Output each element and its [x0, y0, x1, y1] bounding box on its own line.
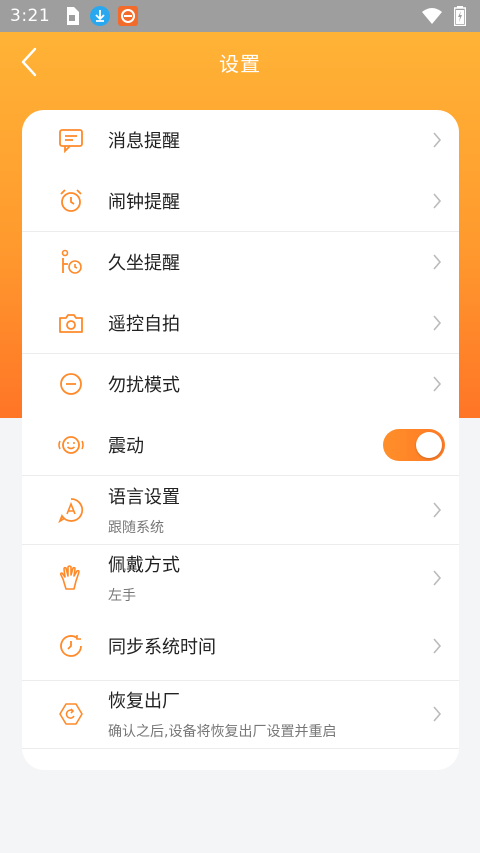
sedentary-icon	[56, 247, 86, 277]
setting-vibration: 震动	[22, 415, 459, 476]
setting-label: 佩戴方式	[108, 555, 180, 577]
sync-time-icon	[56, 631, 86, 661]
setting-label: 遥控自拍	[108, 313, 180, 335]
chevron-right-icon	[429, 251, 445, 273]
chevron-right-icon	[429, 703, 445, 725]
vibration-toggle[interactable]	[383, 428, 445, 461]
wifi-icon	[422, 6, 442, 26]
status-right-icons	[422, 6, 470, 26]
setting-label: 震动	[108, 435, 144, 457]
sim-card-icon	[62, 6, 82, 26]
back-button[interactable]	[14, 44, 44, 80]
hand-icon	[56, 563, 86, 593]
status-left-icons	[62, 6, 139, 26]
do-not-disturb-icon	[56, 369, 86, 399]
battery-icon	[450, 6, 470, 26]
setting-sedentary-reminder[interactable]: 久坐提醒	[22, 232, 459, 293]
language-icon	[56, 495, 86, 525]
app-notification-icon	[118, 6, 139, 26]
alarm-clock-icon	[56, 186, 86, 216]
setting-label: 消息提醒	[108, 131, 180, 153]
setting-label: 久坐提醒	[108, 253, 180, 275]
setting-do-not-disturb[interactable]: 勿扰模式	[22, 354, 459, 415]
chevron-right-icon	[429, 373, 445, 395]
chevron-right-icon	[429, 499, 445, 521]
setting-factory-reset[interactable]: 恢复出厂 确认之后,设备将恢复出厂设置并重启	[22, 681, 459, 749]
setting-description: 确认之后,设备将恢复出厂设置并重启	[108, 724, 337, 741]
toggle-knob	[416, 431, 442, 458]
message-icon	[56, 125, 86, 155]
setting-value: 左手	[108, 588, 136, 605]
camera-icon	[56, 308, 86, 338]
download-icon	[90, 6, 111, 26]
setting-remote-selfie[interactable]: 遥控自拍	[22, 293, 459, 354]
status-time: 3:21	[10, 6, 51, 26]
setting-value: 跟随系统	[108, 519, 164, 536]
chevron-left-icon	[21, 47, 37, 77]
header: 设置	[0, 32, 480, 92]
chevron-right-icon	[429, 312, 445, 334]
chevron-right-icon	[429, 129, 445, 151]
setting-message-reminder[interactable]: 消息提醒	[22, 110, 459, 171]
setting-label: 恢复出厂	[108, 691, 180, 713]
factory-reset-icon	[56, 699, 86, 729]
setting-sync-time[interactable]: 同步系统时间	[22, 612, 459, 680]
divider	[22, 748, 459, 749]
vibration-icon	[56, 430, 86, 460]
setting-alarm-reminder[interactable]: 闹钟提醒	[22, 171, 459, 232]
chevron-right-icon	[429, 635, 445, 657]
chevron-right-icon	[429, 190, 445, 212]
page-title: 设置	[219, 51, 261, 76]
setting-wearing-hand[interactable]: 佩戴方式 左手	[22, 545, 459, 613]
chevron-right-icon	[429, 567, 445, 589]
setting-label: 同步系统时间	[108, 636, 216, 658]
setting-label: 勿扰模式	[108, 375, 180, 397]
setting-label: 闹钟提醒	[108, 191, 180, 213]
setting-label: 语言设置	[108, 486, 180, 508]
setting-language[interactable]: 语言设置 跟随系统	[22, 476, 459, 544]
settings-card: 消息提醒 闹钟提醒 久坐提醒 遥控自拍 勿扰模式 震动 语言设置 跟随系统 佩戴…	[22, 110, 459, 770]
status-bar: 3:21	[0, 0, 480, 32]
